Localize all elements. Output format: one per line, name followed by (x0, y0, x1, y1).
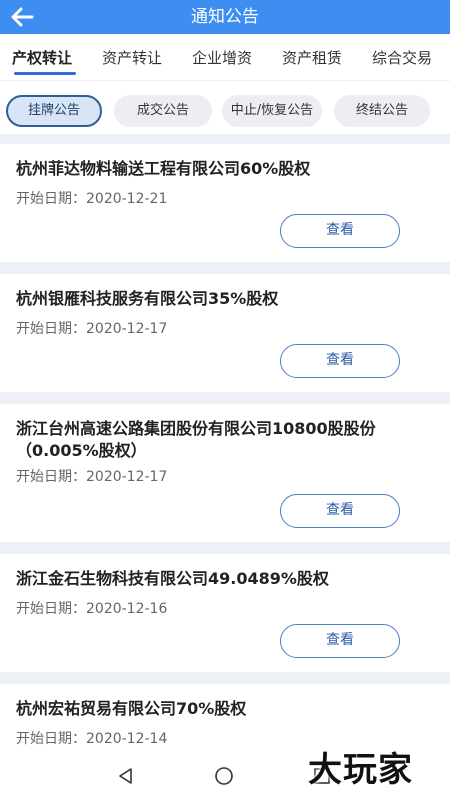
watermark-logo: 大玩家 (308, 750, 413, 790)
item-title: 浙江台州高速公路集团股份有限公司10800股股份（0.005%股权） (16, 419, 376, 460)
active-tab-indicator (14, 72, 76, 75)
announcement-type-filter: 挂牌公告 成交公告 中止/恢复公告 终结公告 (0, 80, 450, 134)
view-button[interactable]: 查看 (280, 214, 400, 248)
item-date: 开始日期：2020-12-14 (16, 731, 168, 747)
view-button[interactable]: 查看 (280, 494, 400, 528)
home-circle-icon[interactable] (214, 766, 234, 786)
back-triangle-icon[interactable] (116, 766, 136, 786)
item-title: 杭州菲达物料输送工程有限公司60%股权 (16, 159, 311, 178)
item-title: 杭州宏祐贸易有限公司70%股权 (16, 699, 247, 718)
item-title: 浙江金石生物科技有限公司49.0489%股权 (16, 569, 329, 588)
tab-equity-transfer[interactable]: 产权转让 (12, 48, 72, 68)
list-item: 浙江台州高速公路集团股份有限公司10800股股份（0.005%股权） 开始日期：… (0, 404, 450, 542)
page-title: 通知公告 (191, 7, 259, 27)
chip-listing-announcement[interactable]: 挂牌公告 (6, 95, 102, 127)
tab-asset-transfer[interactable]: 资产转让 (102, 48, 162, 68)
item-date: 开始日期：2020-12-17 (16, 321, 168, 337)
top-bar: 通知公告 (0, 0, 450, 34)
tab-comprehensive-trade[interactable]: 综合交易 (372, 48, 432, 68)
list-item: 杭州菲达物料输送工程有限公司60%股权 开始日期：2020-12-21 查看 (0, 144, 450, 262)
category-tabs: 产权转让 资产转让 企业增资 资产租赁 综合交易 (0, 34, 450, 80)
view-button[interactable]: 查看 (280, 344, 400, 378)
tab-capital-increase[interactable]: 企业增资 (192, 48, 252, 68)
list-item: 浙江金石生物科技有限公司49.0489%股权 开始日期：2020-12-16 查… (0, 554, 450, 672)
chip-suspend-resume-announcement[interactable]: 中止/恢复公告 (222, 95, 322, 127)
chip-deal-announcement[interactable]: 成交公告 (114, 95, 212, 127)
tab-asset-lease[interactable]: 资产租赁 (282, 48, 342, 68)
item-title: 杭州银雁科技服务有限公司35%股权 (16, 289, 279, 308)
view-button[interactable]: 查看 (280, 624, 400, 658)
chip-termination-announcement[interactable]: 终结公告 (334, 95, 430, 127)
item-date: 开始日期：2020-12-16 (16, 601, 168, 617)
list-item: 杭州银雁科技服务有限公司35%股权 开始日期：2020-12-17 查看 (0, 274, 450, 392)
item-date: 开始日期：2020-12-21 (16, 191, 168, 207)
item-date: 开始日期：2020-12-17 (16, 469, 168, 485)
